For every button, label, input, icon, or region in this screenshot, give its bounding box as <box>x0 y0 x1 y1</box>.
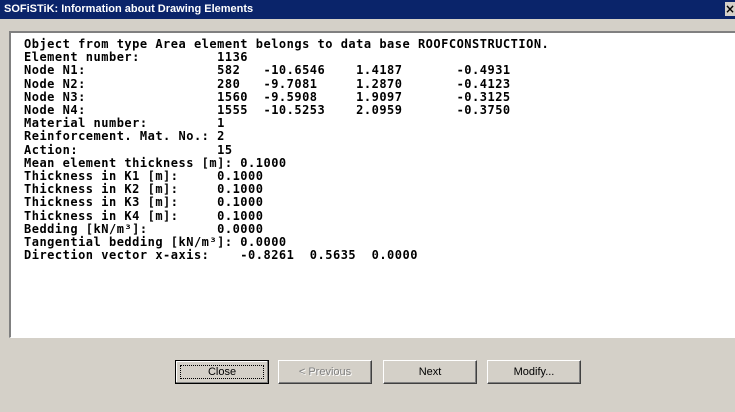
info-line: Thickness in K3 [m]: 0.1000 <box>24 195 264 210</box>
info-line: Action: 15 <box>24 142 233 157</box>
info-line: Node N4: 1555 -10.5253 2.0959 -0.3750 <box>24 103 511 118</box>
previous-button[interactable]: < Previous <box>278 360 372 384</box>
title-bar: SOFiSTiK: Information about Drawing Elem… <box>0 0 735 19</box>
info-line: Thickness in K1 [m]: 0.1000 <box>24 169 264 184</box>
previous-button-label: < Previous <box>298 366 352 378</box>
info-line: Direction vector x-axis: -0.8261 0.5635 … <box>24 248 418 263</box>
info-text-box[interactable]: Object from type Area element belongs to… <box>9 31 735 338</box>
info-line: Thickness in K2 [m]: 0.1000 <box>24 182 264 197</box>
next-button[interactable]: Next <box>383 360 477 384</box>
info-line: Tangential bedding [kN/m³]: 0.0000 <box>24 235 287 250</box>
focus-rect <box>180 365 264 379</box>
close-icon[interactable]: × <box>725 2 735 16</box>
info-line: Bedding [kN/m³]: 0.0000 <box>24 221 264 236</box>
info-line: Mean element thickness [m]: 0.1000 <box>24 155 287 170</box>
info-line: Node N1: 582 -10.6546 1.4187 -0.4931 <box>24 63 511 78</box>
info-text: Object from type Area element belongs to… <box>24 37 550 263</box>
modify-button-label: Modify... <box>513 366 555 378</box>
info-line: Material number: 1 <box>24 116 225 131</box>
info-line: Node N2: 280 -9.7081 1.2870 -0.4123 <box>24 76 511 91</box>
info-line: Object from type Area element belongs to… <box>24 37 550 51</box>
info-line: Reinforcement. Mat. No.: 2 <box>24 129 225 144</box>
window-title: SOFiSTiK: Information about Drawing Elem… <box>4 3 254 15</box>
close-button[interactable]: Close <box>175 360 269 384</box>
info-line: Node N3: 1560 -9.5908 1.9097 -0.3125 <box>24 89 511 104</box>
next-button-label: Next <box>418 366 442 378</box>
info-line: Element number: 1136 <box>24 50 249 65</box>
info-line: Thickness in K4 [m]: 0.1000 <box>24 208 264 223</box>
modify-button[interactable]: Modify... <box>487 360 581 384</box>
info-dialog: SOFiSTiK: Information about Drawing Elem… <box>0 0 735 412</box>
